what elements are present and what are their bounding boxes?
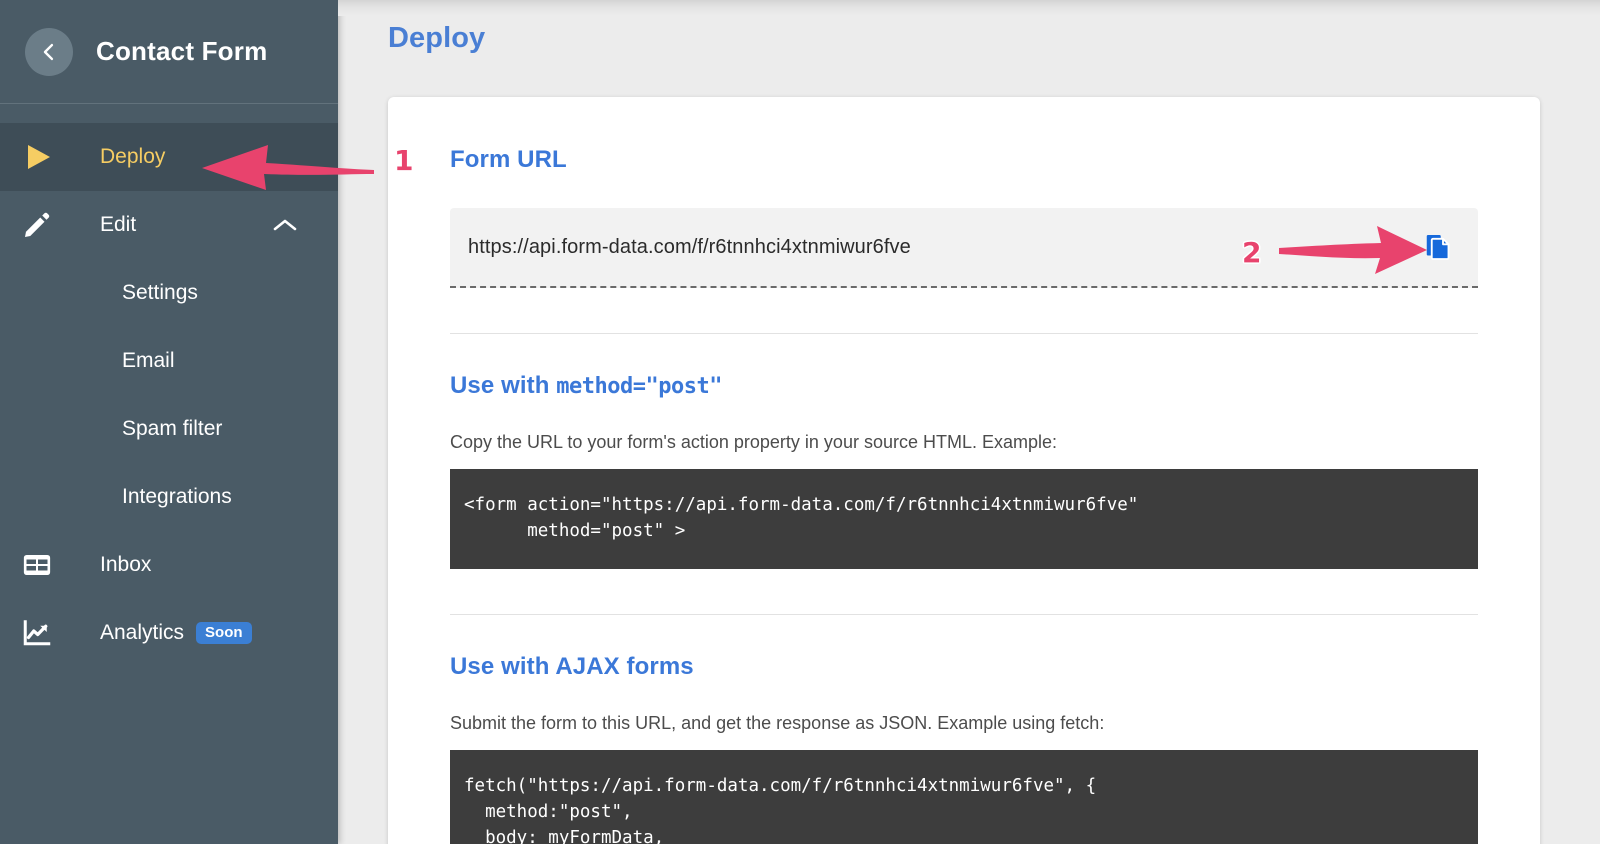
chevron-left-icon [43, 43, 54, 60]
app-root: Contact Form Deploy Edit Settings Email … [0, 0, 1600, 844]
form-url-field[interactable]: https://api.form-data.com/f/r6tnnhci4xtn… [450, 208, 1478, 288]
section-post: Use with method="post" Copy the URL to y… [450, 334, 1478, 569]
section-heading-ajax: Use with AJAX forms [450, 652, 694, 680]
copy-documents-icon [1426, 235, 1450, 260]
sidebar-item-edit[interactable]: Edit [0, 191, 338, 259]
play-triangle-icon [22, 141, 62, 173]
sidebar-header: Contact Form [0, 0, 338, 104]
copy-url-button[interactable] [1422, 230, 1456, 264]
code-block-form-action[interactable]: <form action="https://api.form-data.com/… [450, 469, 1478, 569]
chevron-up-icon[interactable] [272, 217, 298, 233]
sidebar-item-settings[interactable]: Settings [0, 259, 338, 327]
sidebar-item-label-analytics: Analytics Soon [100, 621, 252, 645]
line-chart-icon [22, 618, 62, 648]
pencil-icon [22, 210, 62, 240]
sidebar-item-email[interactable]: Email [0, 327, 338, 395]
sidebar-item-label-inbox: Inbox [100, 553, 152, 576]
section-post-description: Copy the URL to your form's action prope… [450, 432, 1058, 452]
sidebar-item-inbox[interactable]: Inbox [0, 531, 338, 599]
sidebar-item-label-deploy: Deploy [100, 145, 166, 168]
sidebar-item-label-integrations: Integrations [122, 485, 232, 508]
section-ajax-description: Submit the form to this URL, and get the… [450, 712, 1105, 733]
sidebar-item-label-edit: Edit [100, 213, 137, 236]
section-heading-form-url: Form URL [450, 146, 567, 173]
sidebar-item-label-spam-filter: Spam filter [122, 417, 223, 440]
sidebar-item-label-email: Email [122, 349, 175, 372]
back-button[interactable] [25, 27, 73, 76]
sidebar-item-analytics[interactable]: Analytics Soon [0, 599, 338, 667]
status-badge-soon: Soon [196, 622, 252, 645]
section-ajax: Use with AJAX forms Submit the form to t… [450, 615, 1478, 844]
form-url-value: https://api.form-data.com/f/r6tnnhci4xtn… [468, 235, 911, 258]
sidebar-nav-spacer [0, 104, 338, 123]
section-heading-post: Use with method="post" [450, 372, 1478, 400]
sidebar-item-deploy[interactable]: Deploy [0, 123, 338, 191]
code-block-fetch[interactable]: fetch("https://api.form-data.com/f/r6tnn… [450, 749, 1478, 844]
sidebar-item-spam-filter[interactable]: Spam filter [0, 395, 338, 463]
sidebar: Contact Form Deploy Edit Settings Email … [0, 0, 338, 844]
page-title: Deploy [388, 22, 486, 54]
main-content: Deploy Form URL https://api.form-data.co… [338, 0, 1600, 844]
deploy-card: Form URL https://api.form-data.com/f/r6t… [388, 97, 1540, 844]
sidebar-item-integrations[interactable]: Integrations [0, 463, 338, 531]
section-heading-post-prefix: Use with [450, 372, 557, 399]
page-title-form-name: Contact Form [96, 36, 268, 66]
sidebar-item-label-settings: Settings [122, 281, 198, 304]
table-grid-icon [22, 550, 62, 580]
section-heading-post-code: method="post" [556, 374, 722, 399]
analytics-text: Analytics [100, 621, 185, 644]
